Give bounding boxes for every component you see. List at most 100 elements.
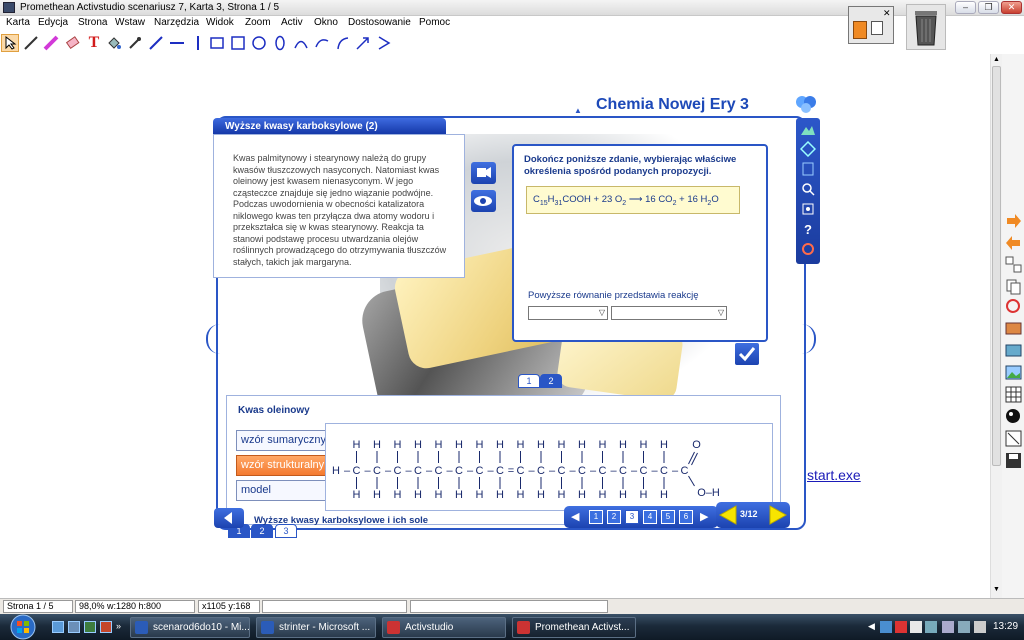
magnifier-icon[interactable] (798, 180, 818, 198)
tray-icon-1[interactable] (880, 621, 892, 633)
line-diagonal-icon[interactable] (147, 34, 165, 52)
vertical-scrollbar[interactable]: ▲ ▼ (990, 54, 1002, 598)
help-icon[interactable]: ? (798, 220, 818, 238)
ellipse-icon[interactable] (271, 34, 289, 52)
menu-narzedzia[interactable]: Narzędzia (154, 17, 199, 28)
eraser-icon[interactable] (64, 34, 82, 52)
video-button[interactable] (471, 162, 496, 184)
duplicate-page-icon[interactable] (1005, 278, 1022, 295)
image-icon[interactable] (1005, 364, 1022, 381)
rectangle-icon[interactable] (208, 34, 226, 52)
menu-okno[interactable]: Okno (314, 17, 338, 28)
arrow-icon[interactable] (354, 34, 372, 52)
option-structural-formula[interactable]: wzór strukturalny (236, 455, 332, 476)
exit-icon[interactable] (798, 240, 818, 258)
quick-launch-icon-3[interactable] (100, 621, 112, 633)
tray-icon-2[interactable] (895, 621, 907, 633)
chevron-icon[interactable] (375, 34, 393, 52)
menu-pomoc[interactable]: Pomoc (419, 17, 450, 28)
close-icon[interactable]: ✕ (883, 8, 891, 19)
resource-library-icon[interactable] (1005, 320, 1022, 337)
back-button[interactable] (214, 508, 244, 528)
pointer-icon[interactable] (1, 34, 19, 52)
scroll-up-icon[interactable]: ▲ (993, 56, 1000, 63)
volume-icon[interactable] (974, 621, 986, 633)
notes-icon[interactable] (798, 160, 818, 178)
menu-strona[interactable]: Strona (78, 17, 107, 28)
color-picker-icon[interactable] (126, 34, 144, 52)
scroll-thumb[interactable] (992, 66, 1001, 466)
compass-icon[interactable] (798, 140, 818, 158)
option-summary-formula[interactable]: wzór sumaryczny (236, 430, 332, 451)
page-button-2[interactable]: 2 (607, 510, 621, 524)
curve-icon[interactable] (313, 34, 331, 52)
pen-icon[interactable] (22, 34, 40, 52)
menu-activ[interactable]: Activ (281, 17, 303, 28)
maximize-button[interactable]: ❐ (978, 1, 999, 14)
show-desktop-icon[interactable] (52, 621, 64, 633)
menu-dostosowanie[interactable]: Dostosowanie (348, 17, 411, 28)
freeform-curve-icon[interactable] (334, 34, 352, 52)
option-model[interactable]: model (236, 480, 332, 501)
taskbar-item-word-2[interactable]: strinter - Microsoft ... (256, 617, 376, 638)
molecule-tab-3[interactable]: 3 (275, 524, 297, 538)
page-button-5[interactable]: 5 (661, 510, 675, 524)
flipchart-canvas[interactable]: Chemia Nowej Ery 3 ▲ ? Wyższe kwasy karb… (0, 54, 990, 598)
menu-edycja[interactable]: Edycja (38, 17, 68, 28)
question-tab-1[interactable]: 1 (518, 374, 540, 388)
start-exe-link[interactable]: start.exe (807, 467, 861, 483)
line-vertical-icon[interactable] (189, 34, 207, 52)
save-icon[interactable] (1005, 452, 1022, 469)
tray-expand-icon[interactable]: ◀ (868, 621, 875, 632)
quick-launch-icon-2[interactable] (84, 621, 96, 633)
taskbar-item-promethean[interactable]: Promethean Activst... (512, 617, 636, 638)
tray-icon-5[interactable] (942, 621, 954, 633)
tray-icon-4[interactable] (925, 621, 937, 633)
prev-lesson-icon[interactable] (718, 504, 738, 529)
mini-toolbox-panel[interactable]: ✕ (848, 6, 894, 44)
page-sorter-icon[interactable] (1005, 256, 1022, 273)
circle-icon[interactable] (250, 34, 268, 52)
page-button-6[interactable]: 6 (679, 510, 693, 524)
prev-page-icon[interactable]: ◀ (571, 510, 579, 523)
collapse-up-icon[interactable]: ▲ (574, 106, 582, 115)
tray-icon-3[interactable] (910, 621, 922, 633)
menu-wstaw[interactable]: Wstaw (115, 17, 145, 28)
taskbar-item-word-1[interactable]: scenarod6do10 - Mi... (130, 617, 250, 638)
quick-launch-icon-1[interactable] (68, 621, 80, 633)
screen-capture-icon[interactable] (1005, 430, 1022, 447)
arc-icon[interactable] (292, 34, 310, 52)
trash-bin-icon[interactable] (906, 4, 946, 50)
text-tool-icon[interactable]: T (85, 34, 103, 52)
line-horizontal-icon[interactable] (168, 34, 186, 52)
page-button-3[interactable]: 3 (625, 510, 639, 524)
menu-karta[interactable]: Karta (6, 17, 30, 28)
answer-dropdown-1[interactable]: ▽ (528, 306, 608, 320)
highlighter-icon[interactable] (42, 34, 60, 52)
reset-page-icon[interactable] (1005, 298, 1022, 315)
start-button[interactable] (4, 614, 42, 640)
menu-zoom[interactable]: Zoom (245, 17, 271, 28)
minimize-button[interactable]: – (955, 1, 976, 14)
fill-bucket-icon[interactable] (105, 34, 123, 52)
answer-dropdown-2[interactable]: ▽ (611, 306, 727, 320)
menu-widok[interactable]: Widok (206, 17, 234, 28)
next-page-icon[interactable]: ▶ (700, 510, 708, 523)
page-button-4[interactable]: 4 (643, 510, 657, 524)
square-icon[interactable] (229, 34, 247, 52)
target-icon[interactable] (798, 200, 818, 218)
prev-page-arrow-icon[interactable] (1005, 234, 1022, 251)
check-answer-button[interactable] (734, 342, 760, 366)
spotlight-icon[interactable] (1005, 408, 1022, 425)
taskbar-item-activstudio[interactable]: Activstudio (382, 617, 506, 638)
page-button-1[interactable]: 1 (589, 510, 603, 524)
next-page-arrow-icon[interactable] (1005, 212, 1022, 229)
mountain-icon[interactable] (798, 120, 818, 138)
grid-icon[interactable] (1005, 386, 1022, 403)
question-tab-2[interactable]: 2 (540, 374, 562, 388)
molecule-tab-2[interactable]: 2 (251, 524, 273, 538)
network-icon[interactable] (958, 621, 970, 633)
next-lesson-icon[interactable] (768, 504, 788, 529)
close-button[interactable]: ✕ (1001, 1, 1022, 14)
camera-icon[interactable] (1005, 342, 1022, 359)
